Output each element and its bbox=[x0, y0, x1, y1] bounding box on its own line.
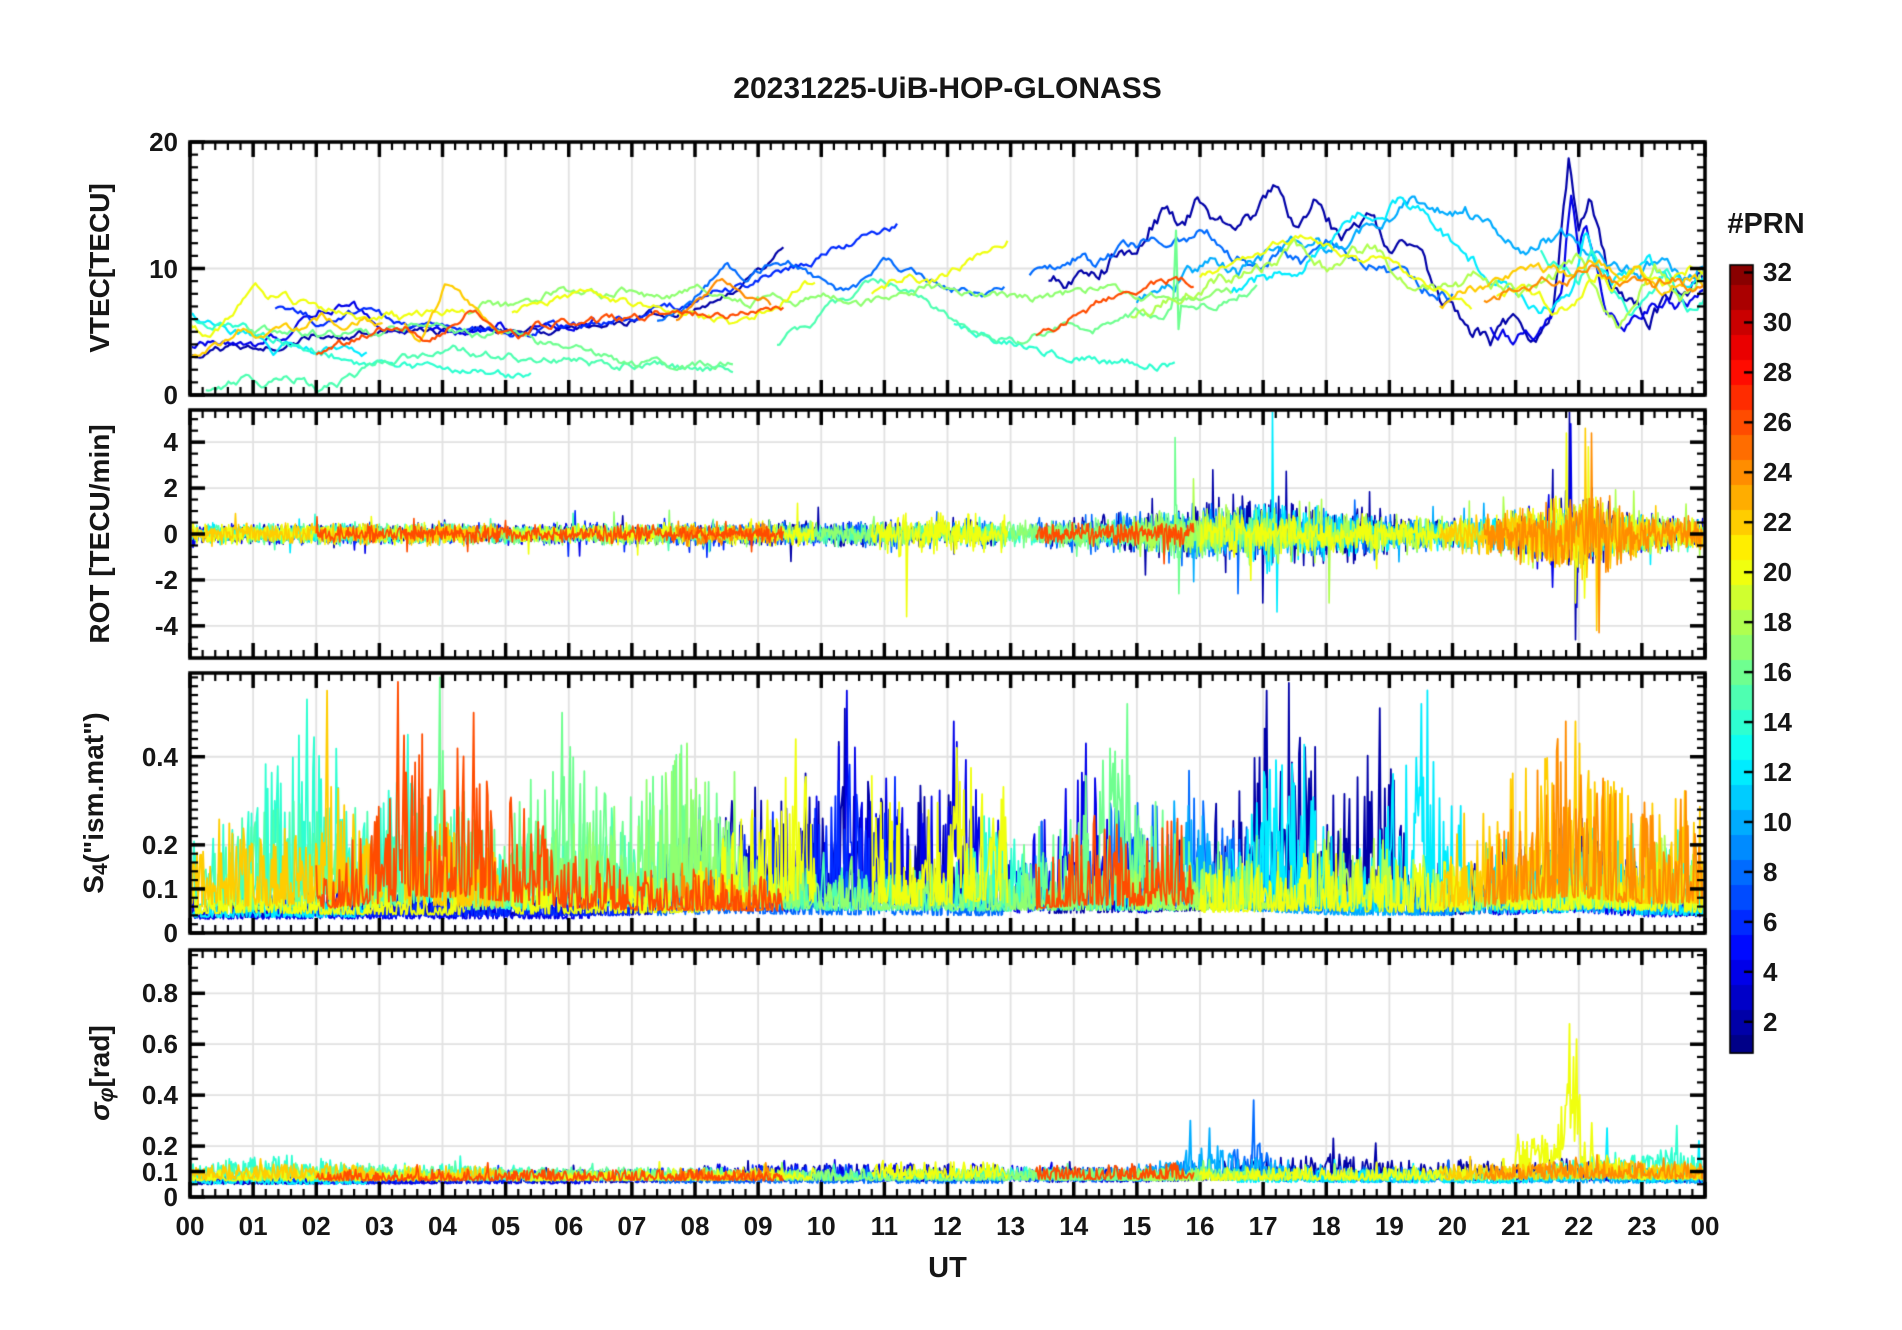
x-tick-label: 13 bbox=[996, 1211, 1026, 1241]
colorbar-tick-label: 6 bbox=[1763, 906, 1778, 937]
y-tick-label: -4 bbox=[154, 610, 178, 641]
x-tick-label: 00 bbox=[175, 1211, 205, 1241]
x-tick-label: 22 bbox=[1564, 1211, 1594, 1241]
y-tick-label: 0.8 bbox=[141, 978, 178, 1009]
x-tick-label: 19 bbox=[1374, 1211, 1404, 1241]
y-tick-label: 0.1 bbox=[141, 873, 178, 904]
y-tick-label: 4 bbox=[163, 427, 178, 458]
chart-canvas bbox=[0, 0, 1902, 1330]
colorbar-tick-label: 28 bbox=[1763, 357, 1792, 388]
colorbar-tick-label: 30 bbox=[1763, 307, 1792, 338]
y-tick-label: 0.6 bbox=[141, 1029, 178, 1060]
x-tick-label: 21 bbox=[1501, 1211, 1531, 1241]
x-tick-label: 11 bbox=[870, 1211, 899, 1241]
x-tick-label: 20 bbox=[1438, 1211, 1467, 1241]
colorbar-tick-label: 10 bbox=[1763, 806, 1792, 837]
y-tick-label: 10 bbox=[149, 253, 178, 284]
x-tick-label: 09 bbox=[743, 1211, 773, 1241]
y-tick-label: -2 bbox=[154, 564, 178, 595]
y-tick-label: 20 bbox=[149, 127, 178, 157]
colorbar-tick-label: 14 bbox=[1763, 707, 1792, 738]
x-tick-label: 06 bbox=[554, 1211, 584, 1241]
x-tick-label: 04 bbox=[428, 1211, 457, 1241]
x-tick-label: 05 bbox=[491, 1211, 521, 1241]
x-tick-label: 23 bbox=[1627, 1211, 1657, 1241]
colorbar-tick-label: 2 bbox=[1763, 1006, 1778, 1037]
colorbar-title: #PRN bbox=[1727, 208, 1805, 240]
y-tick-label: 0.4 bbox=[141, 1080, 178, 1111]
colorbar-tick-label: 24 bbox=[1763, 457, 1792, 488]
colorbar-tick-label: 12 bbox=[1763, 757, 1792, 788]
chart-title: 20231225-UiB-HOP-GLONASS bbox=[733, 72, 1162, 105]
x-tick-label: 10 bbox=[806, 1211, 836, 1241]
y-tick-label: 0.2 bbox=[141, 1131, 178, 1162]
y-tick-label: 2 bbox=[163, 473, 178, 504]
xaxis-label: UT bbox=[928, 1252, 967, 1284]
colorbar-tick-label: 16 bbox=[1763, 657, 1792, 688]
x-tick-label: 08 bbox=[680, 1211, 710, 1241]
colorbar-tick-label: 26 bbox=[1763, 407, 1792, 438]
figure: 20231225-UiB-HOP-GLONASS VTEC[TECU] ROT … bbox=[0, 0, 1902, 1330]
y-tick-label: 0 bbox=[163, 519, 178, 549]
x-tick-label: 00 bbox=[1690, 1211, 1720, 1241]
colorbar-tick-label: 20 bbox=[1763, 557, 1792, 588]
y-tick-label: 0 bbox=[163, 380, 178, 410]
x-tick-label: 03 bbox=[364, 1211, 394, 1241]
y-tick-label: 0.2 bbox=[141, 829, 178, 860]
x-tick-label: 12 bbox=[933, 1211, 962, 1241]
x-tick-label: 18 bbox=[1311, 1211, 1341, 1241]
x-tick-label: 01 bbox=[238, 1211, 268, 1241]
colorbar-tick-label: 32 bbox=[1763, 257, 1792, 288]
x-tick-label: 16 bbox=[1185, 1211, 1215, 1241]
x-tick-label: 17 bbox=[1248, 1211, 1278, 1241]
colorbar-tick-label: 22 bbox=[1763, 507, 1792, 538]
x-tick-label: 14 bbox=[1059, 1211, 1089, 1241]
y-tick-label: 0.4 bbox=[141, 741, 178, 772]
x-tick-label: 02 bbox=[301, 1211, 331, 1241]
x-tick-label: 07 bbox=[617, 1211, 647, 1241]
x-tick-label: 15 bbox=[1122, 1211, 1152, 1241]
colorbar-tick-label: 8 bbox=[1763, 856, 1778, 887]
y-tick-label: 0 bbox=[163, 918, 178, 948]
colorbar-tick-label: 18 bbox=[1763, 607, 1792, 638]
colorbar-tick-label: 4 bbox=[1763, 956, 1778, 987]
